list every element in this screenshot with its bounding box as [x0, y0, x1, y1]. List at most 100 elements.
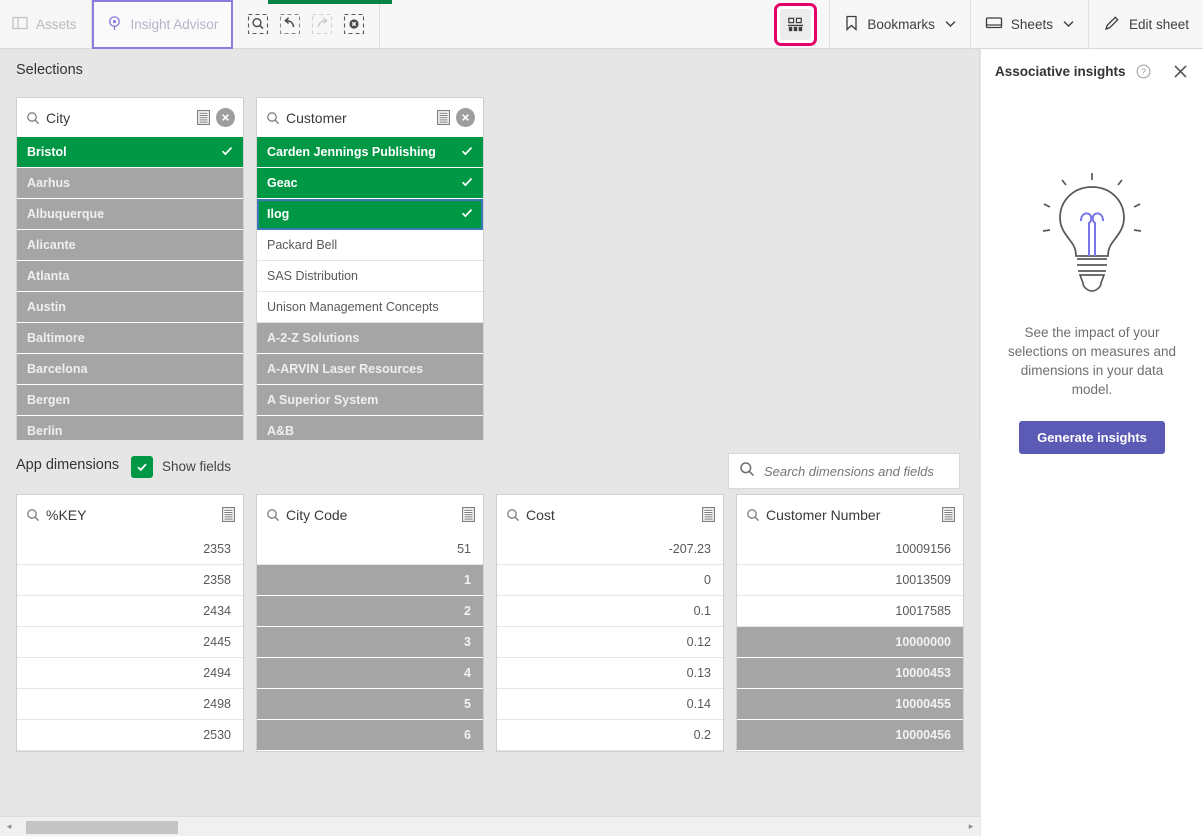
listbox-customer-header[interactable]: Customer	[257, 98, 483, 137]
list-item[interactable]: A-ARVIN Laser Resources	[257, 354, 483, 385]
field-value-row[interactable]: 10000456	[737, 720, 963, 751]
list-view-icon[interactable]	[462, 507, 475, 522]
field-value-row[interactable]: 2353	[17, 534, 243, 565]
field-value-row[interactable]: 0.33	[497, 751, 723, 752]
fieldbox-cost-header[interactable]: Cost	[497, 495, 723, 534]
fieldbox-key-header[interactable]: %KEY	[17, 495, 243, 534]
field-value-row[interactable]: 0	[497, 565, 723, 596]
field-value-row[interactable]: 0.14	[497, 689, 723, 720]
list-view-icon[interactable]	[702, 507, 715, 522]
list-item[interactable]: SAS Distribution	[257, 261, 483, 292]
field-value-row[interactable]: 10017585	[737, 596, 963, 627]
bookmarks-button[interactable]: Bookmarks	[830, 0, 971, 49]
fieldbox-cost: Cost -207.2300.10.120.130.140.20.330.49	[496, 494, 724, 752]
field-value-row[interactable]: 0.1	[497, 596, 723, 627]
field-value-row[interactable]: 10000453	[737, 658, 963, 689]
scroll-right-arrow-icon[interactable]: ▸	[962, 821, 980, 832]
insight-advisor-button[interactable]: Insight Advisor	[91, 0, 234, 49]
field-value-row[interactable]: 3	[257, 627, 483, 658]
list-item[interactable]: Ilog	[257, 199, 483, 230]
list-item[interactable]: Austin	[17, 292, 243, 323]
listbox-customer: Customer Carden Jennings Publishing Geac I…	[256, 97, 484, 478]
qlik-selections-view: Assets Insight Advisor Bookmarks Sheets …	[0, 0, 1203, 836]
fieldbox-customer-number-rows: 10009156 10013509 10017585 10000000 10000453…	[737, 534, 963, 752]
field-value-row[interactable]: 2	[257, 596, 483, 627]
list-item-label: Barcelona	[27, 362, 88, 376]
list-view-icon[interactable]	[222, 507, 235, 522]
list-item[interactable]: Baltimore	[17, 323, 243, 354]
field-value-row[interactable]: 10009156	[737, 534, 963, 565]
field-value-row[interactable]: 1	[257, 565, 483, 596]
list-item[interactable]: Aarhus	[17, 168, 243, 199]
scroll-left-arrow-icon[interactable]: ◂	[0, 821, 18, 832]
fieldbox-customer-number-header[interactable]: Customer Number	[737, 495, 963, 534]
selections-tool-button[interactable]	[762, 0, 831, 48]
close-icon[interactable]	[1172, 63, 1189, 80]
assets-button[interactable]: Assets	[0, 0, 92, 49]
list-item[interactable]: A Superior System	[257, 385, 483, 416]
field-value-row[interactable]: 0.2	[497, 720, 723, 751]
field-value-row[interactable]: 2494	[17, 658, 243, 689]
list-item[interactable]: Bristol	[17, 137, 243, 168]
listbox-city-header[interactable]: City	[17, 98, 243, 137]
bookmark-icon	[844, 15, 859, 35]
field-value-row[interactable]: 10000000	[737, 627, 963, 658]
scrollbar-track[interactable]	[18, 817, 962, 836]
fieldbox-city-code-header[interactable]: City Code	[257, 495, 483, 534]
field-value-row[interactable]: 2358	[17, 565, 243, 596]
list-item[interactable]: Carden Jennings Publishing	[257, 137, 483, 168]
horizontal-scrollbar[interactable]: ◂ ▸	[0, 816, 980, 836]
field-value-row[interactable]: 0.12	[497, 627, 723, 658]
field-value-row[interactable]: 2445	[17, 627, 243, 658]
list-item[interactable]: Barcelona	[17, 354, 243, 385]
clear-selection-icon[interactable]	[216, 108, 235, 127]
list-item[interactable]: Alicante	[17, 230, 243, 261]
field-value-row[interactable]: 2530	[17, 720, 243, 751]
generate-insights-button[interactable]: Generate insights	[1019, 421, 1165, 454]
list-item-label: Atlanta	[27, 269, 70, 283]
list-item[interactable]: Atlanta	[17, 261, 243, 292]
edit-sheet-button[interactable]: Edit sheet	[1089, 0, 1203, 49]
list-item[interactable]: Albuquerque	[17, 199, 243, 230]
listbox-city-rows: Bristol Aarhus Albuquerque Alicante Atlanta A…	[17, 137, 243, 477]
search-dimensions-box[interactable]	[728, 453, 960, 489]
list-item[interactable]: Packard Bell	[257, 230, 483, 261]
field-value-row[interactable]: 2434	[17, 596, 243, 627]
field-value-row[interactable]: 4	[257, 658, 483, 689]
field-value-row[interactable]: 6	[257, 720, 483, 751]
field-value-row[interactable]: 10000457	[737, 751, 963, 752]
field-value-row[interactable]: 0.13	[497, 658, 723, 689]
associative-insights-title: Associative insights	[995, 63, 1126, 79]
check-icon	[221, 145, 233, 160]
list-view-icon[interactable]	[942, 507, 955, 522]
list-view-icon[interactable]	[437, 110, 450, 125]
list-view-icon[interactable]	[197, 110, 210, 125]
field-value-row[interactable]: 10000455	[737, 689, 963, 720]
list-item[interactable]: Geac	[257, 168, 483, 199]
selection-search-icon[interactable]	[247, 13, 269, 35]
list-item[interactable]: Unison Management Concepts	[257, 292, 483, 323]
list-item-label: Geac	[267, 176, 298, 190]
show-fields-checkbox[interactable]	[131, 456, 153, 478]
scrollbar-thumb[interactable]	[26, 820, 178, 834]
listbox-customer-title: Customer	[286, 109, 347, 126]
field-value-row[interactable]: 10013509	[737, 565, 963, 596]
field-value-row[interactable]: 7	[257, 751, 483, 752]
list-item[interactable]: A-2-Z Solutions	[257, 323, 483, 354]
field-value-row[interactable]: 5	[257, 689, 483, 720]
field-value-row[interactable]: -207.23	[497, 534, 723, 565]
step-back-icon[interactable]	[279, 13, 301, 35]
list-item[interactable]: Bergen	[17, 385, 243, 416]
field-value-row[interactable]: 2537	[17, 751, 243, 752]
help-circle-icon[interactable]: ?	[1136, 64, 1151, 79]
toolbar-left-group: Assets Insight Advisor	[0, 0, 381, 49]
sheets-button[interactable]: Sheets	[971, 0, 1089, 49]
step-forward-icon[interactable]	[311, 13, 333, 35]
fieldbox-city-code-title: City Code	[286, 506, 348, 523]
clear-all-selections-icon[interactable]	[343, 13, 365, 35]
listbox-city: City Bristol Aarhus Albuquerque Alicante Atl…	[16, 97, 244, 478]
clear-selection-icon[interactable]	[456, 108, 475, 127]
search-dimensions-input[interactable]	[764, 463, 944, 479]
field-value-row[interactable]: 2498	[17, 689, 243, 720]
field-value-row[interactable]: 51	[257, 534, 483, 565]
